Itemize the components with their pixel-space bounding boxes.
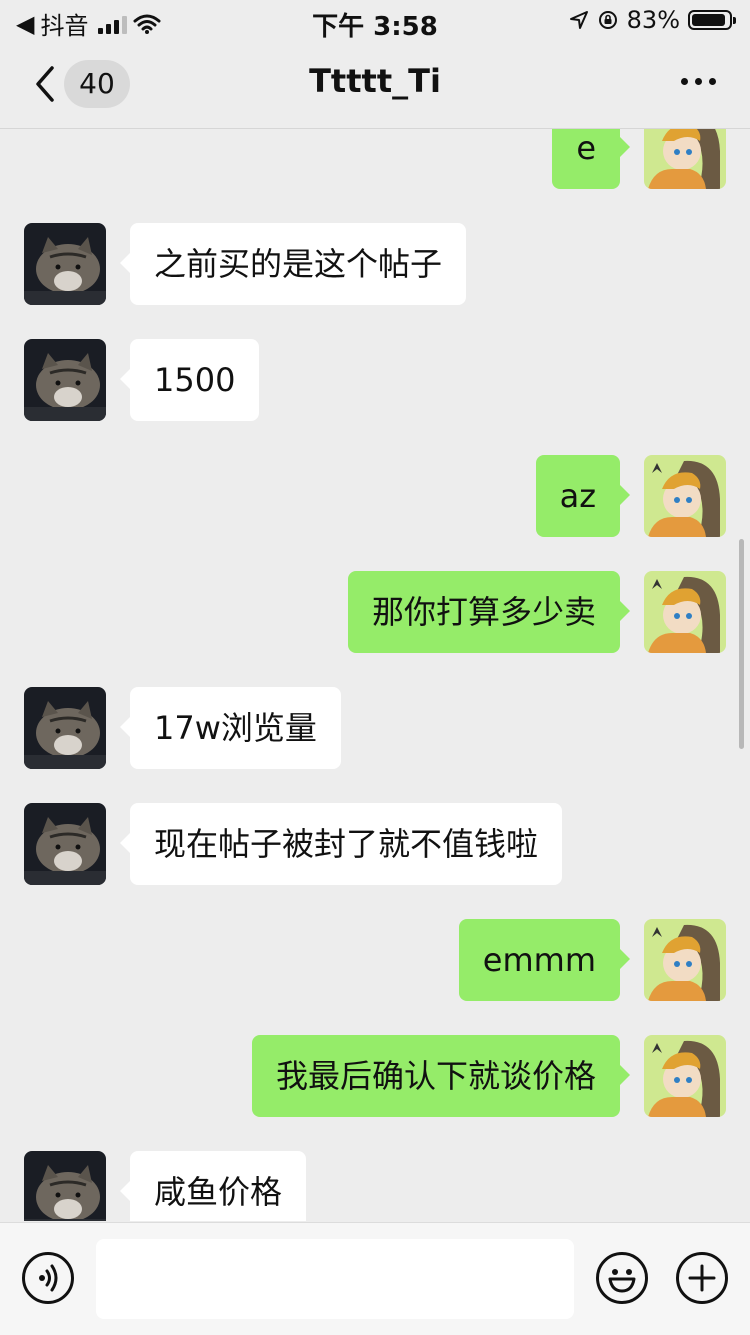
incoming-message-bubble[interactable]: 之前买的是这个帖子 [119, 223, 467, 305]
contact-avatar[interactable] [24, 339, 106, 421]
message-input[interactable] [96, 1239, 574, 1319]
location-icon [569, 11, 588, 29]
message-row: 我最后确认下就谈价格 [0, 1035, 750, 1117]
more-button[interactable] [681, 78, 716, 85]
message-row: 之前买的是这个帖子 [0, 223, 750, 305]
emoji-button[interactable] [596, 1252, 648, 1304]
outgoing-message-bubble[interactable]: emmm [458, 919, 631, 1001]
battery-icon [688, 10, 736, 30]
incoming-message-bubble[interactable]: 现在帖子被封了就不值钱啦 [119, 803, 563, 885]
message-list[interactable]: e 之前买的是这个帖子 1500 az 那你打算多少卖 17w浏览量 现在帖子被… [0, 129, 750, 1221]
outgoing-message-bubble[interactable]: 那你打算多少卖 [347, 571, 631, 653]
plus-icon [688, 1264, 716, 1292]
outgoing-message-bubble[interactable]: e [552, 129, 630, 189]
outgoing-message-bubble[interactable]: 我最后确认下就谈价格 [251, 1035, 631, 1117]
chat-header: 40 Ttttt_Ti [0, 40, 750, 129]
rotation-lock-icon [598, 11, 617, 29]
message-row: 1500 [0, 339, 750, 421]
incoming-message-bubble[interactable]: 17w浏览量 [120, 687, 341, 769]
more-dots-icon [681, 78, 688, 85]
voice-button[interactable] [22, 1252, 74, 1304]
contact-avatar[interactable] [24, 223, 106, 305]
my-avatar[interactable] [644, 571, 726, 653]
message-row: az [0, 455, 750, 537]
contact-avatar[interactable] [24, 1151, 106, 1221]
incoming-message-bubble[interactable]: 咸鱼价格 [119, 1151, 307, 1221]
chat-title: Ttttt_Ti [309, 62, 441, 100]
message-row: 咸鱼价格 [0, 1151, 750, 1221]
message-row: 现在帖子被封了就不值钱啦 [0, 803, 750, 885]
scrollbar[interactable] [739, 539, 744, 749]
my-avatar[interactable] [644, 1035, 726, 1117]
contact-avatar[interactable] [24, 803, 106, 885]
message-row: e [0, 129, 750, 189]
my-avatar[interactable] [644, 919, 726, 1001]
emoji-icon [608, 1269, 636, 1293]
message-row: 那你打算多少卖 [0, 571, 750, 653]
status-right: 83% [569, 6, 736, 34]
my-avatar[interactable] [644, 129, 726, 189]
my-avatar[interactable] [644, 455, 726, 537]
message-row: emmm [0, 919, 750, 1001]
input-bar [0, 1222, 750, 1335]
plus-button[interactable] [676, 1252, 728, 1304]
incoming-message-bubble[interactable]: 1500 [119, 339, 260, 421]
voice-icon [39, 1264, 58, 1292]
outgoing-message-bubble[interactable]: az [535, 455, 631, 537]
battery-percent: 83% [626, 6, 680, 34]
message-row: 17w浏览量 [0, 687, 750, 769]
status-bar: ◀ 抖音 下午 3:58 83% [0, 0, 750, 42]
contact-avatar[interactable] [24, 687, 106, 769]
